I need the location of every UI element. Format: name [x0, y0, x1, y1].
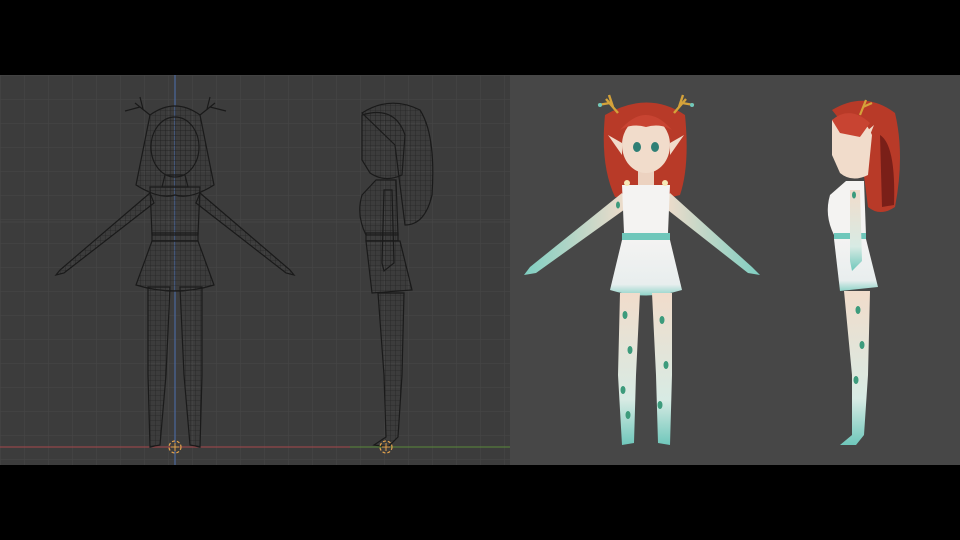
- viewport-grid: [0, 75, 510, 465]
- render-viewport[interactable]: [510, 75, 960, 465]
- wireframe-canvas: [0, 75, 510, 465]
- render-canvas: [524, 94, 900, 445]
- wireframe-viewport[interactable]: [0, 75, 510, 465]
- side-render-model[interactable]: [827, 99, 900, 445]
- letterbox-top: [0, 0, 960, 75]
- letterbox-bottom: [0, 465, 960, 540]
- front-render-model[interactable]: [524, 94, 760, 445]
- viewport-stage: [0, 75, 960, 465]
